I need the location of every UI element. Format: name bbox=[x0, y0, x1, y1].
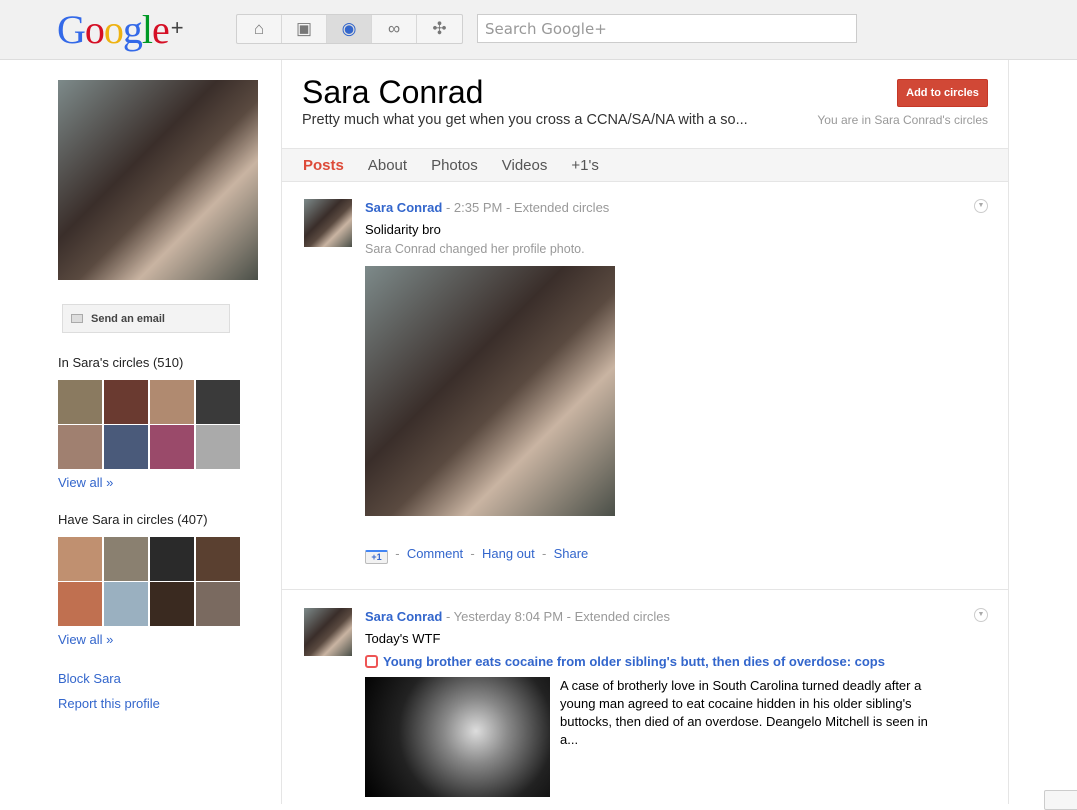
avatar[interactable] bbox=[150, 537, 194, 581]
send-email-label: Send an email bbox=[91, 313, 165, 325]
post-text: Today's WTF bbox=[365, 631, 441, 646]
in-circles-grid bbox=[58, 380, 268, 469]
avatar[interactable] bbox=[196, 380, 240, 424]
have-in-circles-heading: Have Sara in circles (407) bbox=[58, 512, 208, 527]
tab-about[interactable]: About bbox=[368, 149, 407, 181]
post-author[interactable]: Sara Conrad bbox=[365, 609, 442, 624]
main-nav: ⌂ ▣ ◉ ∞ ✣ bbox=[236, 14, 463, 44]
comment-link[interactable]: Comment bbox=[407, 546, 463, 561]
sep: - bbox=[505, 200, 511, 215]
sep: - bbox=[470, 546, 475, 561]
sep: - bbox=[445, 200, 451, 215]
avatar[interactable] bbox=[196, 537, 240, 581]
send-email-button[interactable]: Send an email bbox=[62, 304, 230, 333]
link-thumbnail[interactable] bbox=[365, 677, 550, 797]
top-bar: Google+ ⌂ ▣ ◉ ∞ ✣ Search Google+ bbox=[0, 0, 1077, 60]
home-icon[interactable]: ⌂ bbox=[237, 15, 282, 43]
avatar[interactable] bbox=[196, 582, 240, 626]
post-photo[interactable] bbox=[365, 266, 615, 516]
profile-name: Sara Conrad bbox=[302, 74, 484, 110]
link-title[interactable]: Young brother eats cocaine from older si… bbox=[383, 654, 885, 669]
sep: - bbox=[395, 546, 400, 561]
post-time[interactable]: 2:35 PM bbox=[454, 200, 502, 215]
avatar[interactable] bbox=[104, 425, 148, 469]
view-all-link[interactable]: View all » bbox=[58, 475, 268, 490]
avatar[interactable] bbox=[150, 582, 194, 626]
link-snippet: A case of brotherly love in South Caroli… bbox=[560, 678, 928, 747]
have-in-circles-grid bbox=[58, 537, 268, 626]
author-avatar[interactable] bbox=[304, 608, 352, 656]
link-source-icon bbox=[365, 655, 378, 668]
post-visibility[interactable]: Extended circles bbox=[575, 609, 670, 624]
avatar[interactable] bbox=[196, 425, 240, 469]
add-to-circles-button[interactable]: Add to circles bbox=[897, 79, 988, 107]
tab-photos[interactable]: Photos bbox=[431, 149, 478, 181]
avatar[interactable] bbox=[150, 380, 194, 424]
in-circles-heading: In Sara's circles (510) bbox=[58, 355, 184, 370]
post-text: Solidarity bro bbox=[365, 222, 441, 237]
sep: - bbox=[566, 609, 572, 624]
avatar[interactable] bbox=[104, 380, 148, 424]
post-menu-icon[interactable]: ▼ bbox=[974, 608, 988, 622]
post-visibility[interactable]: Extended circles bbox=[514, 200, 609, 215]
profile-tabs: Posts About Photos Videos +1's bbox=[282, 148, 1008, 182]
avatar[interactable] bbox=[104, 537, 148, 581]
block-link[interactable]: Block Sara bbox=[58, 671, 268, 686]
google-plus-logo[interactable]: Google+ bbox=[57, 6, 184, 53]
report-link[interactable]: Report this profile bbox=[58, 696, 268, 711]
tab-plus-ones[interactable]: +1's bbox=[571, 149, 598, 181]
hangout-link[interactable]: Hang out bbox=[482, 546, 535, 561]
avatar[interactable] bbox=[58, 582, 102, 626]
profile-main: Sara Conrad Pretty much what you get whe… bbox=[281, 60, 1009, 804]
post-menu-icon[interactable]: ▼ bbox=[974, 199, 988, 213]
avatar[interactable] bbox=[58, 380, 102, 424]
tab-posts[interactable]: Posts bbox=[303, 149, 344, 181]
sep: - bbox=[445, 609, 451, 624]
circle-status: You are in Sara Conrad's circles bbox=[817, 113, 988, 127]
circles-icon[interactable]: ∞ bbox=[372, 15, 417, 43]
games-icon[interactable]: ✣ bbox=[417, 15, 462, 43]
avatar[interactable] bbox=[58, 537, 102, 581]
profile-icon[interactable]: ◉ bbox=[327, 15, 372, 43]
profile-sidebar: Send an email In Sara's circles (510) Vi… bbox=[58, 80, 268, 711]
post-subtext: Sara Conrad changed her profile photo. bbox=[365, 242, 585, 256]
photos-icon[interactable]: ▣ bbox=[282, 15, 327, 43]
post-divider bbox=[282, 589, 1008, 590]
post-author[interactable]: Sara Conrad bbox=[365, 200, 442, 215]
chat-widget[interactable] bbox=[1044, 790, 1077, 810]
plus-one-button[interactable]: +1 bbox=[365, 550, 388, 564]
post-time[interactable]: Yesterday 8:04 PM bbox=[454, 609, 563, 624]
avatar[interactable] bbox=[150, 425, 194, 469]
tab-videos[interactable]: Videos bbox=[502, 149, 548, 181]
profile-photo[interactable] bbox=[58, 80, 258, 280]
avatar[interactable] bbox=[58, 425, 102, 469]
share-link[interactable]: Share bbox=[554, 546, 589, 561]
author-avatar[interactable] bbox=[304, 199, 352, 247]
avatar[interactable] bbox=[104, 582, 148, 626]
email-icon bbox=[71, 314, 83, 323]
view-all-link[interactable]: View all » bbox=[58, 632, 268, 647]
search-input[interactable]: Search Google+ bbox=[477, 14, 857, 43]
sep: - bbox=[541, 546, 547, 561]
profile-tagline: Pretty much what you get when you cross … bbox=[302, 112, 748, 128]
